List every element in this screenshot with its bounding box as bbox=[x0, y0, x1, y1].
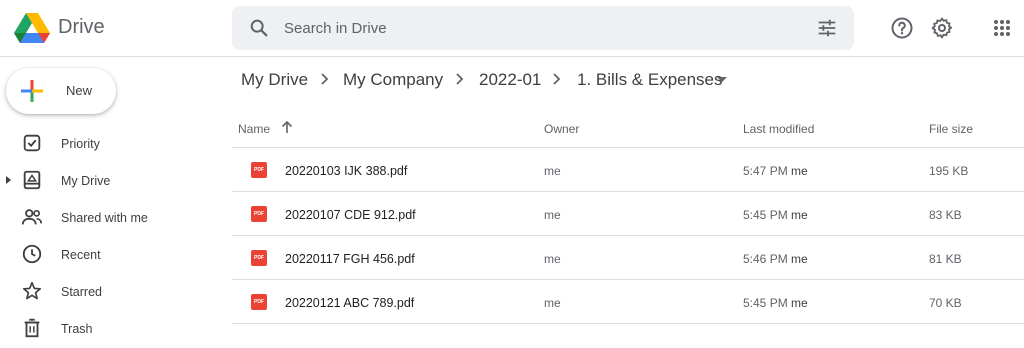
apps-grid-icon[interactable] bbox=[990, 16, 1014, 40]
file-row[interactable]: PDF 20220121 ABC 789.pdf me 5:45 PM me 7… bbox=[232, 280, 1024, 324]
sidebar-item-label: Trash bbox=[61, 322, 93, 336]
expand-caret-icon[interactable] bbox=[6, 176, 11, 184]
file-row[interactable]: PDF 20220103 IJK 388.pdf me 5:47 PM me 1… bbox=[232, 148, 1024, 192]
sidebar-item-shared-with-me[interactable]: Shared with me bbox=[0, 202, 225, 234]
sidebar-item-label: Starred bbox=[61, 285, 102, 299]
file-list-header: Name Owner Last modified File size bbox=[232, 104, 1024, 148]
file-modified-time: 5:47 PM bbox=[743, 164, 788, 178]
sidebar-item-label: Shared with me bbox=[61, 211, 148, 225]
column-name[interactable]: Name bbox=[238, 122, 270, 136]
my-drive-icon bbox=[23, 170, 41, 190]
file-modified-time: 5:45 PM bbox=[743, 296, 788, 310]
file-row[interactable]: PDF 20220107 CDE 912.pdf me 5:45 PM me 8… bbox=[232, 192, 1024, 236]
search-bar[interactable] bbox=[232, 6, 854, 50]
file-owner: me bbox=[544, 252, 561, 266]
sidebar-item-priority[interactable]: Priority bbox=[0, 128, 225, 160]
folder-dropdown-icon[interactable] bbox=[717, 77, 727, 82]
file-size: 70 KB bbox=[929, 296, 962, 310]
plus-icon bbox=[21, 80, 43, 102]
column-last-modified[interactable]: Last modified bbox=[743, 122, 814, 136]
sidebar-item-label: Recent bbox=[61, 248, 101, 262]
file-modified-by: me bbox=[791, 252, 808, 266]
sidebar-item-trash[interactable]: Trash bbox=[0, 313, 225, 345]
checkbox-icon bbox=[23, 134, 41, 152]
breadcrumb-2022-01[interactable]: 2022-01 bbox=[479, 70, 541, 90]
app-title[interactable]: Drive bbox=[58, 16, 105, 39]
breadcrumb-my-company[interactable]: My Company bbox=[343, 70, 443, 90]
column-owner[interactable]: Owner bbox=[544, 122, 579, 136]
file-size: 83 KB bbox=[929, 208, 962, 222]
search-options-icon[interactable] bbox=[816, 17, 838, 39]
sidebar-item-starred[interactable]: Starred bbox=[0, 276, 225, 308]
column-file-size[interactable]: File size bbox=[929, 122, 973, 136]
new-button[interactable]: New bbox=[6, 68, 116, 114]
file-owner: me bbox=[544, 208, 561, 222]
sidebar-item-label: Priority bbox=[61, 137, 100, 151]
pdf-file-icon: PDF bbox=[251, 250, 267, 266]
chevron-right-icon bbox=[321, 73, 329, 85]
file-size: 195 KB bbox=[929, 164, 969, 178]
pdf-file-icon: PDF bbox=[251, 206, 267, 222]
file-name[interactable]: 20220107 CDE 912.pdf bbox=[285, 208, 416, 222]
settings-gear-icon[interactable] bbox=[930, 16, 954, 40]
file-size: 81 KB bbox=[929, 252, 962, 266]
file-modified-by: me bbox=[791, 164, 808, 178]
breadcrumb-current-folder[interactable]: 1. Bills & Expenses bbox=[577, 70, 723, 90]
star-icon bbox=[22, 281, 42, 300]
top-bar: Drive bbox=[0, 0, 1024, 57]
chevron-right-icon bbox=[456, 73, 464, 85]
file-name[interactable]: 20220121 ABC 789.pdf bbox=[285, 296, 414, 310]
sort-arrow-up-icon[interactable] bbox=[280, 119, 294, 135]
drive-logo-icon[interactable] bbox=[14, 12, 50, 44]
people-icon bbox=[21, 209, 42, 225]
pdf-file-icon: PDF bbox=[251, 162, 267, 178]
file-modified-time: 5:45 PM bbox=[743, 208, 788, 222]
breadcrumb-my-drive[interactable]: My Drive bbox=[241, 70, 308, 90]
file-name[interactable]: 20220103 IJK 388.pdf bbox=[285, 164, 407, 178]
trash-icon bbox=[24, 318, 40, 338]
search-icon[interactable] bbox=[248, 17, 270, 39]
file-name[interactable]: 20220117 FGH 456.pdf bbox=[285, 252, 415, 266]
file-modified-by: me bbox=[791, 208, 808, 222]
sidebar-item-label: My Drive bbox=[61, 174, 111, 188]
file-row[interactable]: PDF 20220117 FGH 456.pdf me 5:46 PM me 8… bbox=[232, 236, 1024, 280]
sidebar-item-my-drive[interactable]: My Drive bbox=[0, 165, 225, 197]
file-modified-time: 5:46 PM bbox=[743, 252, 788, 266]
sidebar-item-recent[interactable]: Recent bbox=[0, 239, 225, 271]
search-input[interactable] bbox=[284, 6, 784, 50]
file-owner: me bbox=[544, 296, 561, 310]
file-owner: me bbox=[544, 164, 561, 178]
help-icon[interactable] bbox=[890, 16, 914, 40]
clock-icon bbox=[22, 244, 42, 264]
chevron-right-icon bbox=[553, 73, 561, 85]
new-button-label: New bbox=[66, 83, 93, 98]
pdf-file-icon: PDF bbox=[251, 294, 267, 310]
file-modified-by: me bbox=[791, 296, 808, 310]
